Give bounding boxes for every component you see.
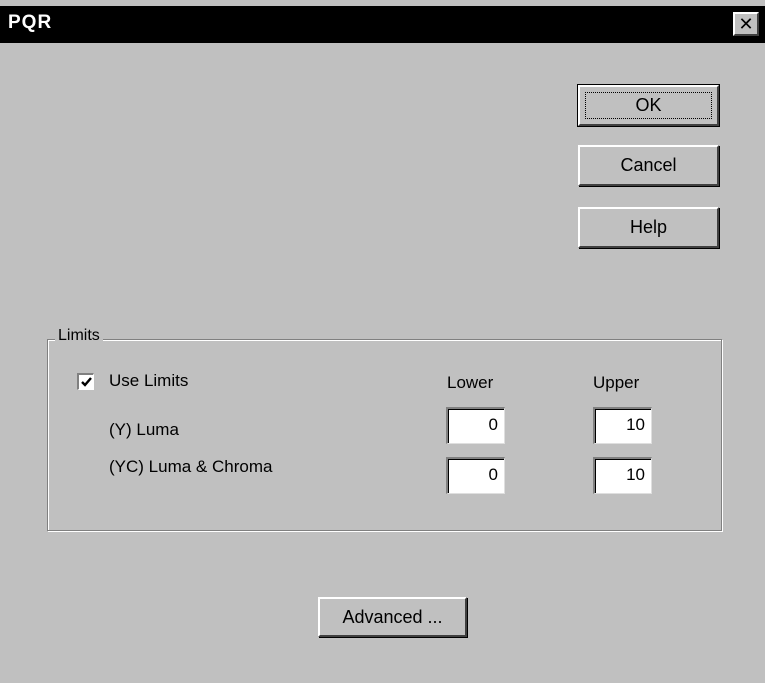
close-button[interactable]: ✕ xyxy=(733,12,759,36)
use-limits-checkbox[interactable] xyxy=(77,373,94,390)
cancel-button-label: Cancel xyxy=(620,155,677,175)
checkmark-icon xyxy=(81,377,92,387)
title-bar: PQR ✕ xyxy=(0,6,765,43)
advanced-button[interactable]: Advanced ... xyxy=(318,597,467,637)
advanced-button-label: Advanced ... xyxy=(342,606,443,627)
limits-group-label: Limits xyxy=(55,327,103,345)
lower-column-header: Lower xyxy=(447,373,494,392)
window-title: PQR xyxy=(8,12,53,33)
luma-chroma-lower-input[interactable]: 0 xyxy=(446,457,505,494)
ok-button[interactable]: OK xyxy=(578,85,719,126)
luma-upper-input[interactable]: 10 xyxy=(593,407,652,444)
help-button[interactable]: Help xyxy=(578,207,719,248)
luma-lower-input[interactable]: 0 xyxy=(446,407,505,444)
luma-chroma-upper-input[interactable]: 10 xyxy=(593,457,652,494)
cancel-button[interactable]: Cancel xyxy=(578,145,719,186)
use-limits-label: Use Limits xyxy=(109,371,189,390)
focus-ring xyxy=(585,92,712,119)
upper-column-header: Upper xyxy=(593,373,640,392)
luma-chroma-label: (YC) Luma & Chroma xyxy=(109,457,273,476)
luma-label: (Y) Luma xyxy=(109,420,179,439)
help-button-label: Help xyxy=(629,217,668,237)
close-icon: ✕ xyxy=(738,14,754,34)
